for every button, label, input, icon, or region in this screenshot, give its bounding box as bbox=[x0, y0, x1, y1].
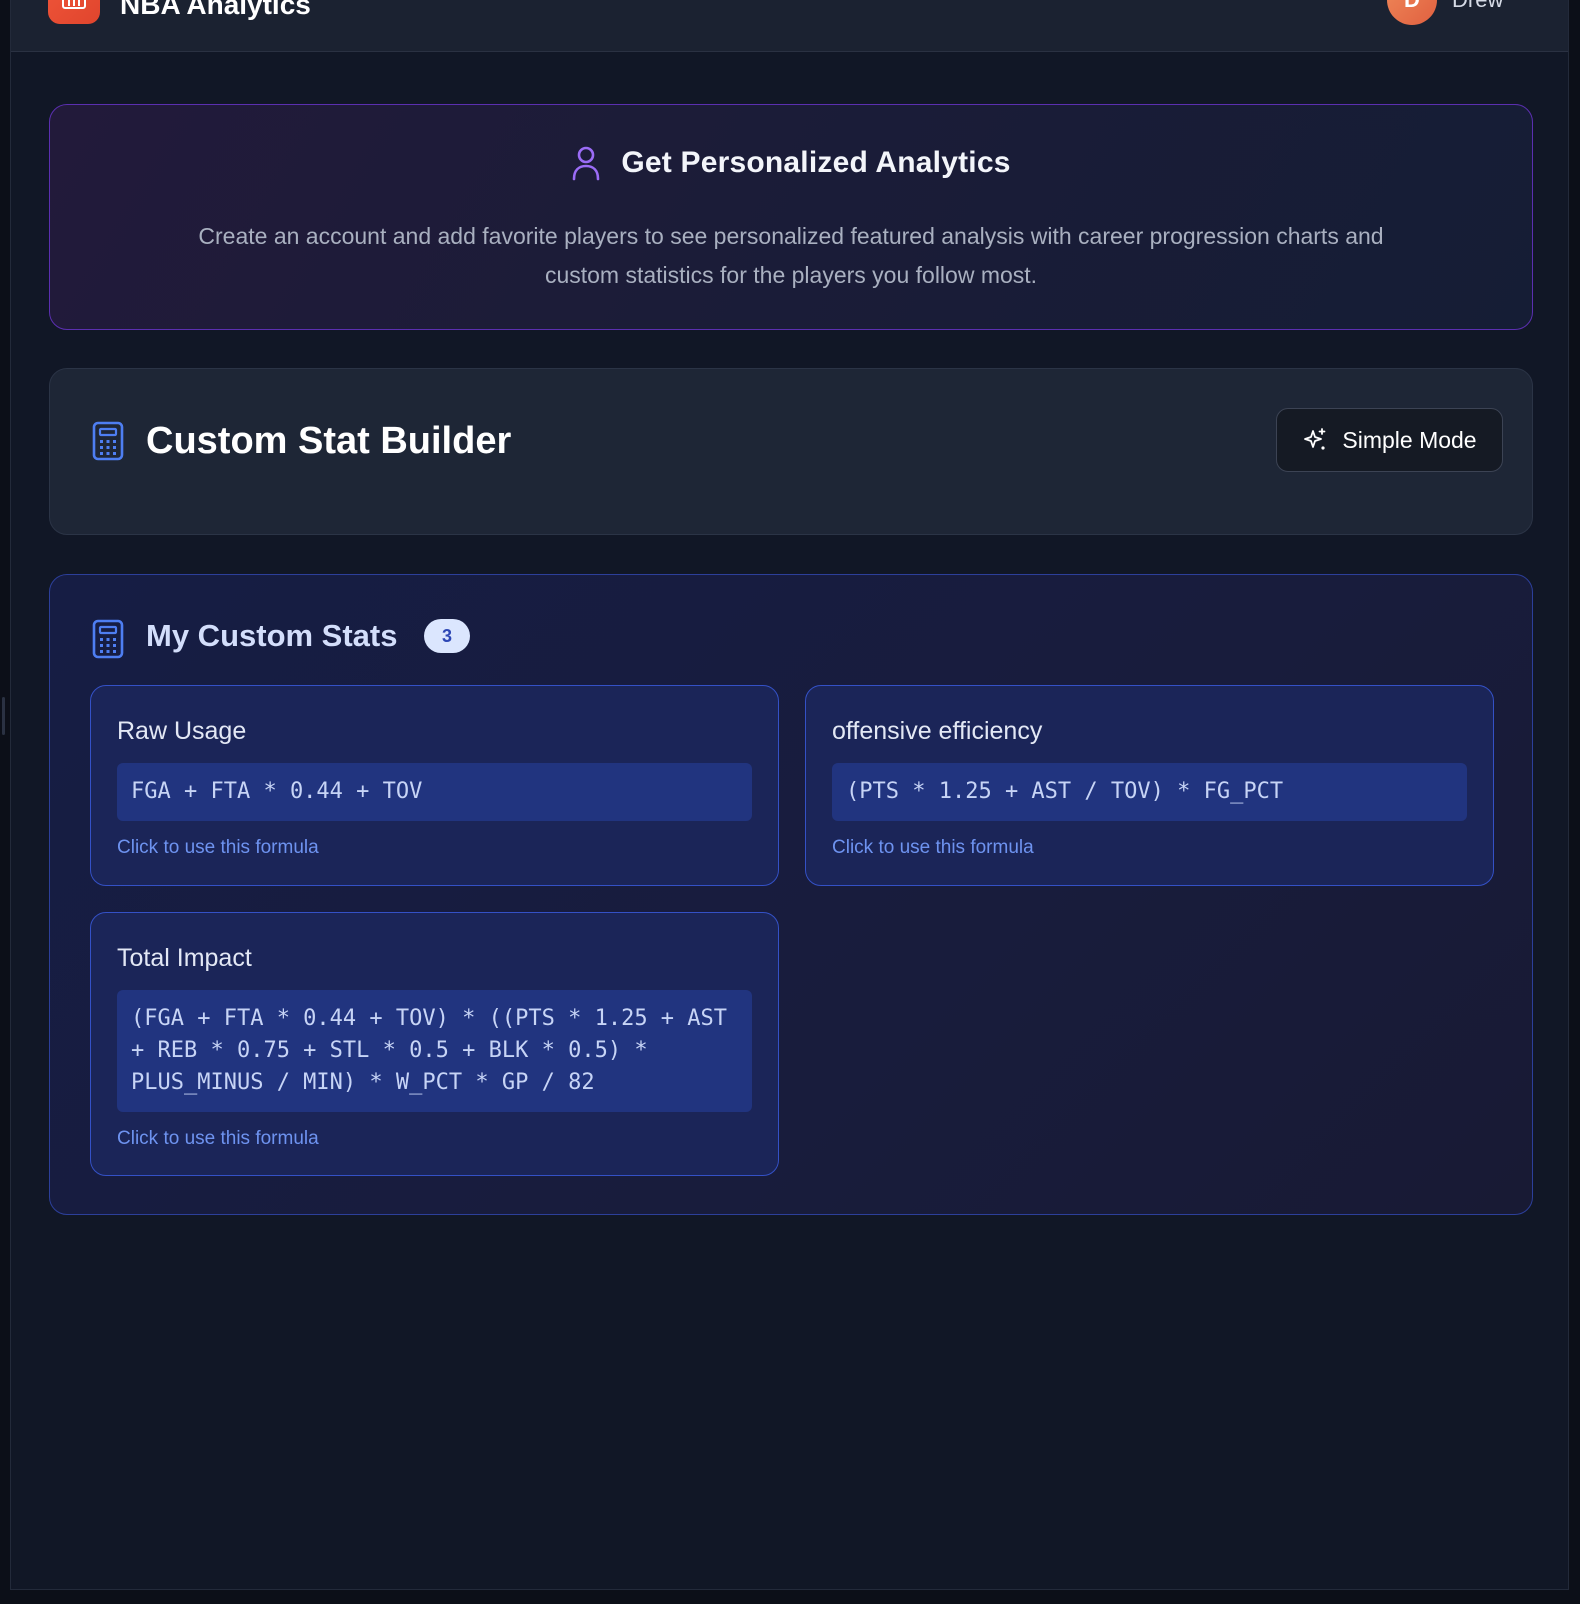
custom-stat-card-raw-usage[interactable]: Raw Usage FGA + FTA * 0.44 + TOV Click t… bbox=[90, 685, 779, 886]
use-formula-link[interactable]: Click to use this formula bbox=[117, 836, 319, 860]
use-formula-link[interactable]: Click to use this formula bbox=[832, 836, 1034, 860]
top-navigation-bar: NBA Analytics D Drew bbox=[11, 0, 1568, 52]
builder-title: Custom Stat Builder bbox=[146, 420, 512, 462]
custom-stats-title: My Custom Stats bbox=[146, 618, 398, 653]
banner-description: Create an account and add favorite playe… bbox=[198, 223, 1384, 288]
window-resize-handle[interactable] bbox=[2, 697, 5, 735]
banner-title: Get Personalized Analytics bbox=[621, 146, 1011, 179]
custom-stat-card-total-impact[interactable]: Total Impact (FGA + FTA * 0.44 + TOV) * … bbox=[90, 912, 779, 1176]
use-formula-link[interactable]: Click to use this formula bbox=[117, 1127, 319, 1151]
stat-formula: (PTS * 1.25 + AST / TOV) * FG_PCT bbox=[832, 763, 1467, 821]
calculator-icon bbox=[92, 619, 124, 659]
custom-stat-card-offensive-efficiency[interactable]: offensive efficiency (PTS * 1.25 + AST /… bbox=[805, 685, 1494, 886]
personalized-analytics-banner: Get Personalized Analytics Create an acc… bbox=[49, 104, 1533, 330]
user-name[interactable]: Drew bbox=[1452, 0, 1503, 14]
stat-name: Raw Usage bbox=[117, 717, 247, 745]
user-icon bbox=[573, 146, 600, 181]
user-avatar[interactable]: D bbox=[1387, 0, 1437, 25]
sparkles-icon bbox=[1304, 428, 1326, 450]
calculator-icon bbox=[92, 421, 124, 461]
banner-header: Get Personalized Analytics bbox=[50, 145, 1532, 191]
app-logo[interactable] bbox=[48, 0, 100, 24]
stat-formula: FGA + FTA * 0.44 + TOV bbox=[117, 763, 752, 821]
stat-name: offensive efficiency bbox=[832, 717, 1043, 745]
simple-mode-label: Simple Mode bbox=[1342, 426, 1477, 453]
app-window: NBA Analytics D Drew Get Personalized An… bbox=[10, 0, 1569, 1590]
stat-name: Total Impact bbox=[117, 944, 252, 972]
my-custom-stats-section: My Custom Stats 3 Raw Usage FGA + FTA * … bbox=[49, 574, 1533, 1215]
bar-chart-icon bbox=[62, 0, 86, 9]
simple-mode-button[interactable]: Simple Mode bbox=[1276, 408, 1503, 472]
app-title: NBA Analytics bbox=[120, 0, 311, 20]
custom-stats-count-badge: 3 bbox=[424, 619, 470, 653]
custom-stat-builder-card: Custom Stat Builder Simple Mode bbox=[49, 368, 1533, 535]
stat-formula: (FGA + FTA * 0.44 + TOV) * ((PTS * 1.25 … bbox=[117, 990, 752, 1112]
